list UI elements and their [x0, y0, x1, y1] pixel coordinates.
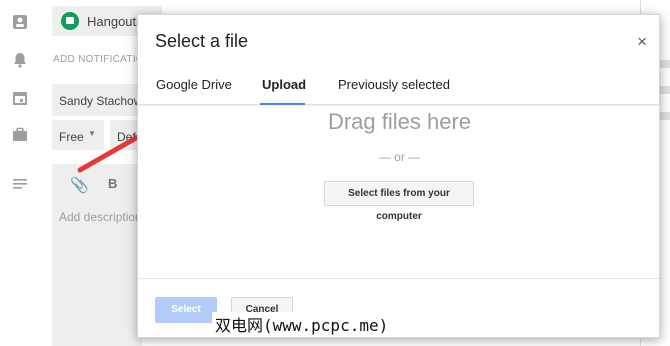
left-sidebar	[0, 0, 40, 346]
description-placeholder: Add description	[59, 210, 142, 224]
bold-button[interactable]: B	[108, 176, 117, 191]
calendar-icon[interactable]	[12, 90, 28, 106]
active-tab-indicator	[260, 103, 305, 105]
bell-icon[interactable]	[12, 52, 28, 68]
briefcase-icon[interactable]	[12, 127, 28, 143]
tab-upload[interactable]: Upload	[262, 77, 306, 92]
tab-previously-selected[interactable]: Previously selected	[338, 77, 450, 92]
notes-icon[interactable]	[12, 176, 28, 192]
hangouts-icon	[61, 12, 79, 30]
watermark: 双电网(www.pcpc.me)	[212, 312, 392, 336]
hangouts-label: Hangouts	[87, 14, 143, 29]
or-separator: — or —	[378, 150, 421, 164]
select-files-button[interactable]: Select files from your computer	[324, 181, 474, 222]
drag-files-text: Drag files here	[327, 109, 472, 134]
close-button[interactable]: ×	[637, 32, 647, 52]
tab-google-drive[interactable]: Google Drive	[156, 77, 232, 92]
footer-divider	[138, 278, 659, 279]
contacts-icon[interactable]	[12, 14, 28, 30]
description-area[interactable]: 📎 B Add description	[52, 164, 142, 346]
select-file-dialog: Select a file × Google Drive Upload Prev…	[137, 14, 660, 338]
paperclip-icon[interactable]: 📎	[70, 176, 89, 194]
guest-name: Sandy Stachowi	[59, 94, 146, 108]
dialog-title: Select a file	[155, 31, 249, 51]
tab-bar: Google Drive Upload Previously selected	[138, 71, 659, 105]
select-button: Select	[155, 297, 217, 323]
